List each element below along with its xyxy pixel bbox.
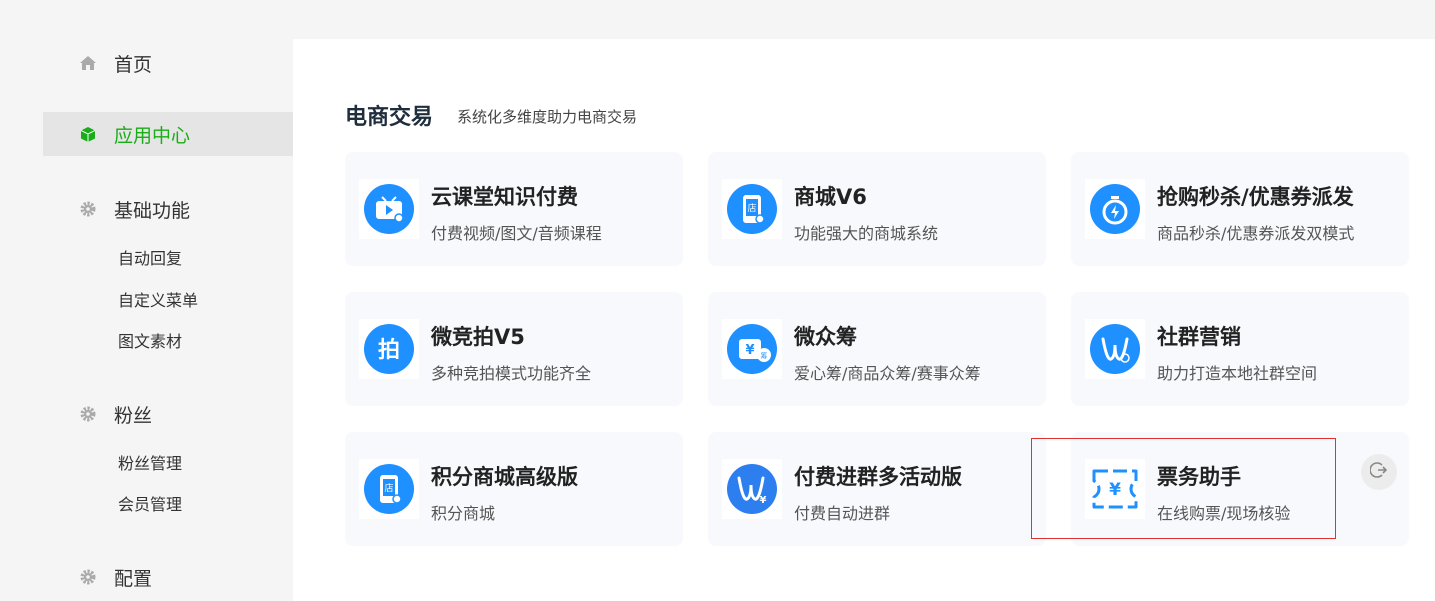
main-panel: 电商交易 系统化多维度助力电商交易 云课堂知识付费 付费视频/图文/音频课程 店… bbox=[293, 39, 1435, 601]
paid-group-icon: ¥ bbox=[722, 459, 782, 519]
crowdfund-icon: ¥ 筹 bbox=[722, 319, 782, 379]
app-card-title: 积分商城高级版 bbox=[431, 465, 578, 489]
svg-text:拍: 拍 bbox=[378, 337, 400, 363]
auction-icon: 拍 bbox=[359, 319, 419, 379]
gear-icon bbox=[80, 201, 96, 217]
cube-icon bbox=[80, 126, 96, 142]
sidebar-item-config[interactable]: 配置 bbox=[43, 555, 293, 599]
svg-text:¥: ¥ bbox=[1109, 480, 1121, 500]
app-card-cloud-classroom[interactable]: 云课堂知识付费 付费视频/图文/音频课程 bbox=[345, 152, 683, 266]
sidebar: 首页 应用中心 基础功能 自动回复 自定义菜单 图文素材 粉丝 粉丝管理 会员管… bbox=[0, 0, 293, 601]
sidebar-item-label: 应用中心 bbox=[114, 124, 191, 147]
app-card-title: 票务助手 bbox=[1157, 465, 1241, 489]
sidebar-item-label: 基础功能 bbox=[114, 199, 191, 222]
svg-text:¥: ¥ bbox=[745, 343, 754, 358]
sidebar-item-home[interactable]: 首页 bbox=[43, 41, 293, 85]
exit-button[interactable] bbox=[1361, 454, 1397, 490]
app-card-mall-v6[interactable]: 店 商城V6 功能强大的商城系统 bbox=[708, 152, 1046, 266]
ticket-icon: ¥ bbox=[1085, 459, 1145, 519]
gear-icon bbox=[80, 569, 96, 585]
svg-text:店: 店 bbox=[384, 482, 393, 494]
section-subtitle: 系统化多维度助力电商交易 bbox=[457, 108, 638, 126]
app-card-title: 微竞拍V5 bbox=[431, 325, 525, 349]
shop-phone-icon: 店 bbox=[722, 179, 782, 239]
tv-play-icon bbox=[359, 179, 419, 239]
sidebar-item-label: 粉丝 bbox=[114, 404, 153, 427]
app-card-title: 抢购秒杀/优惠券派发 bbox=[1157, 185, 1354, 209]
sidebar-subitem-fan-management[interactable]: 粉丝管理 bbox=[118, 450, 182, 474]
app-card-title: 微众筹 bbox=[794, 325, 857, 349]
shop-phone-icon: 店 bbox=[359, 459, 419, 519]
app-card-title: 云课堂知识付费 bbox=[431, 185, 578, 209]
sidebar-subitem-custom-menu[interactable]: 自定义菜单 bbox=[118, 287, 198, 311]
sidebar-item-label: 配置 bbox=[114, 567, 153, 590]
app-card-desc: 在线购票/现场核验 bbox=[1157, 504, 1291, 523]
sidebar-subitem-member-management[interactable]: 会员管理 bbox=[118, 491, 182, 515]
sidebar-item-basic-functions[interactable]: 基础功能 bbox=[43, 187, 293, 231]
app-card-title: 付费进群多活动版 bbox=[794, 465, 962, 489]
app-card-desc: 爱心筹/商品众筹/赛事众筹 bbox=[794, 364, 981, 383]
app-card-paid-group[interactable]: ¥ 付费进群多活动版 付费自动进群 bbox=[708, 432, 1046, 546]
svg-text:¥: ¥ bbox=[760, 495, 767, 506]
sidebar-item-app-center[interactable]: 应用中心 bbox=[43, 112, 293, 156]
svg-text:筹: 筹 bbox=[761, 351, 768, 360]
sidebar-subitem-auto-reply[interactable]: 自动回复 bbox=[118, 245, 182, 269]
gear-icon bbox=[80, 406, 96, 422]
app-card-crowdfunding[interactable]: ¥ 筹 微众筹 爱心筹/商品众筹/赛事众筹 bbox=[708, 292, 1046, 406]
app-card-community-marketing[interactable]: 社群营销 助力打造本地社群空间 bbox=[1071, 292, 1409, 406]
app-card-desc: 助力打造本地社群空间 bbox=[1157, 364, 1318, 383]
app-card-desc: 付费自动进群 bbox=[794, 504, 891, 523]
logout-icon bbox=[1369, 461, 1388, 483]
svg-text:店: 店 bbox=[747, 202, 756, 214]
app-card-desc: 多种竞拍模式功能齐全 bbox=[431, 364, 592, 383]
app-card-ticket-assistant[interactable]: ¥ 票务助手 在线购票/现场核验 bbox=[1071, 432, 1409, 546]
app-card-auction-v5[interactable]: 拍 微竞拍V5 多种竞拍模式功能齐全 bbox=[345, 292, 683, 406]
community-icon bbox=[1085, 319, 1145, 379]
section-title: 电商交易 bbox=[345, 105, 434, 130]
app-card-title: 社群营销 bbox=[1157, 325, 1241, 349]
stopwatch-icon bbox=[1085, 179, 1145, 239]
app-card-desc: 功能强大的商城系统 bbox=[794, 224, 939, 243]
sidebar-item-fans[interactable]: 粉丝 bbox=[43, 392, 293, 436]
sidebar-item-label: 首页 bbox=[114, 53, 153, 76]
app-card-desc: 商品秒杀/优惠券派发双模式 bbox=[1157, 224, 1355, 243]
sidebar-subitem-media-library[interactable]: 图文素材 bbox=[118, 328, 182, 352]
app-card-points-mall[interactable]: 店 积分商城高级版 积分商城 bbox=[345, 432, 683, 546]
app-card-flash-sale[interactable]: 抢购秒杀/优惠券派发 商品秒杀/优惠券派发双模式 bbox=[1071, 152, 1409, 266]
app-card-title: 商城V6 bbox=[794, 185, 867, 209]
home-icon bbox=[80, 55, 96, 71]
app-card-desc: 付费视频/图文/音频课程 bbox=[431, 224, 602, 243]
app-card-desc: 积分商城 bbox=[431, 504, 496, 523]
